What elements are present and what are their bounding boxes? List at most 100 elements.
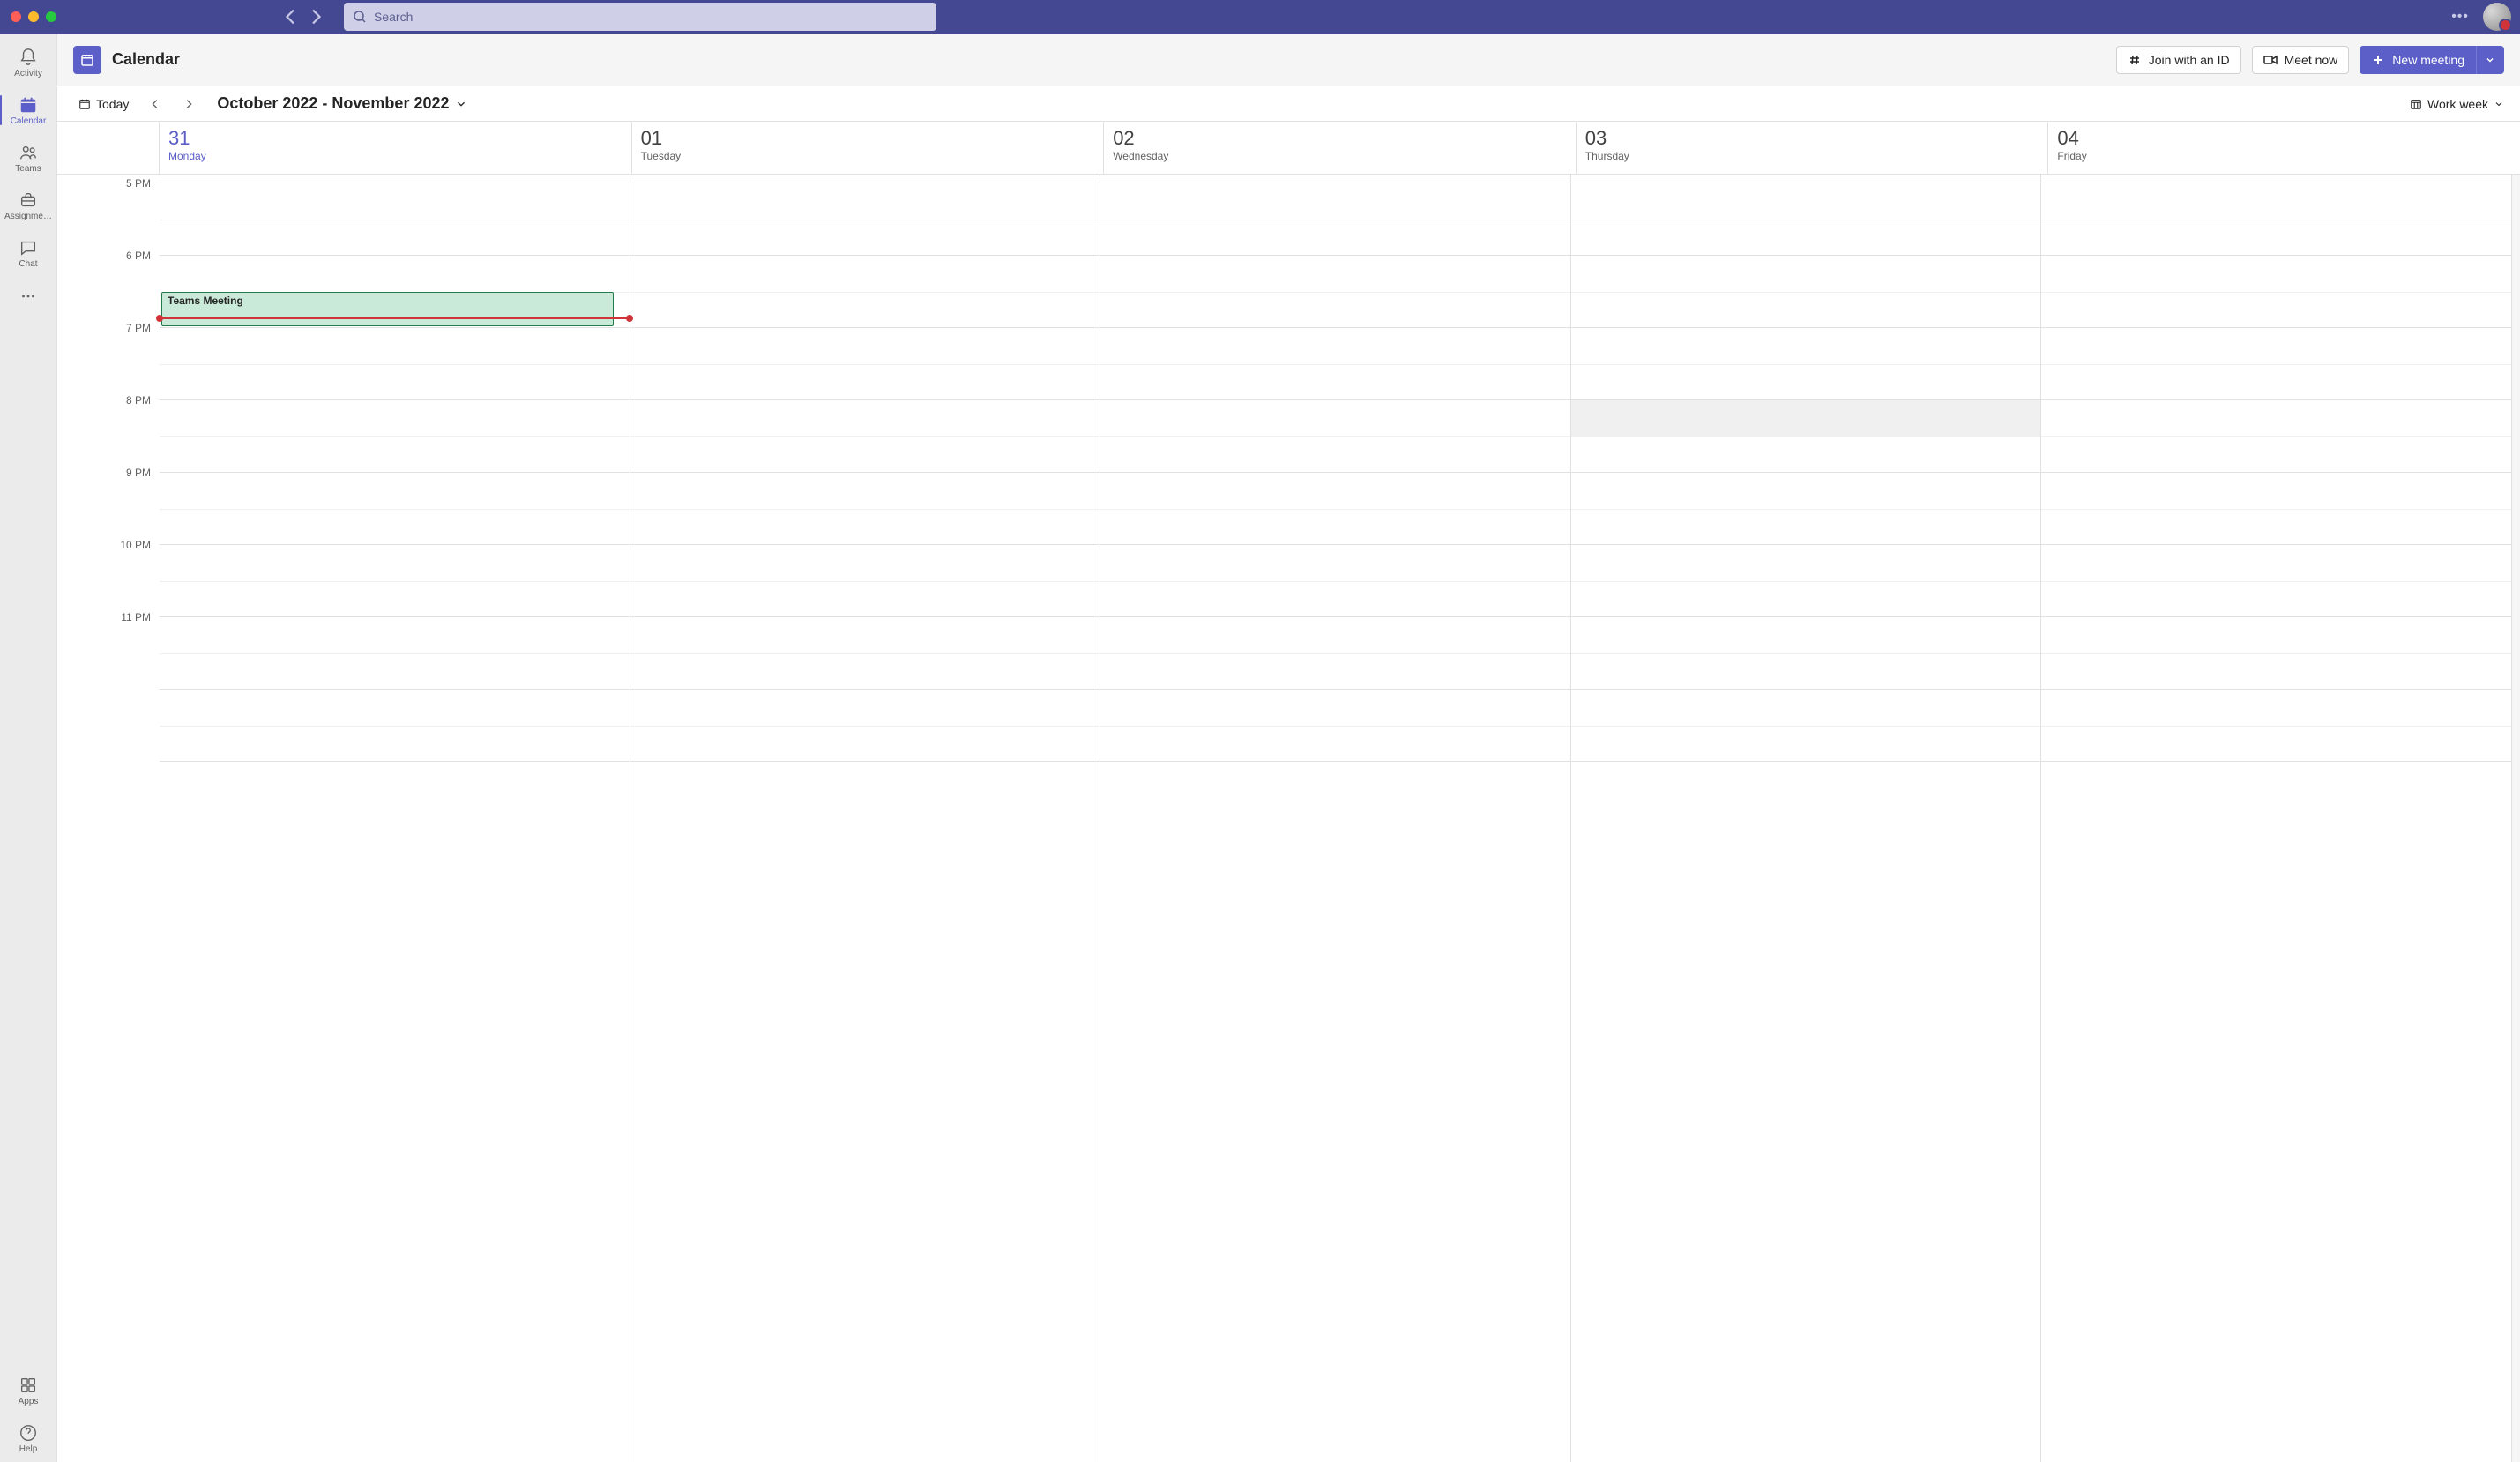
today-button[interactable]: Today	[73, 93, 134, 115]
page-title: Calendar	[112, 50, 180, 69]
rail-item-activity[interactable]: Activity	[0, 39, 56, 86]
date-range-label: October 2022 - November 2022	[217, 94, 449, 113]
today-label: Today	[96, 97, 129, 111]
day-column[interactable]	[1571, 175, 2042, 1462]
rail-label: Help	[19, 1444, 38, 1454]
apps-icon	[19, 1376, 38, 1395]
app-rail: Activity Calendar Teams Assignme… Chat A…	[0, 34, 56, 1462]
new-meeting-group: New meeting	[2360, 46, 2504, 74]
more-options-button[interactable]: •••	[2451, 9, 2469, 25]
view-label: Work week	[2427, 97, 2488, 111]
new-meeting-dropdown[interactable]	[2476, 46, 2504, 74]
search-input[interactable]	[374, 10, 928, 24]
time-label: 5 PM	[57, 177, 160, 250]
day-header[interactable]: 04Friday	[2048, 122, 2520, 174]
meet-now-button[interactable]: Meet now	[2252, 46, 2350, 74]
current-time-indicator	[160, 317, 630, 319]
window-controls	[11, 11, 56, 22]
help-icon	[19, 1423, 38, 1443]
date-range-picker[interactable]: October 2022 - November 2022	[217, 94, 466, 113]
calendar-event[interactable]: Teams Meeting	[161, 292, 614, 326]
calendar-view-icon	[2410, 98, 2422, 110]
history-forward-button[interactable]	[305, 6, 326, 27]
rail-item-calendar[interactable]: Calendar	[0, 86, 56, 134]
day-column[interactable]: Teams Meeting	[160, 175, 630, 1462]
minimize-window-button[interactable]	[28, 11, 39, 22]
calendar-toolbar: Today October 2022 - November 2022 Work …	[57, 86, 2520, 122]
prev-week-button[interactable]	[143, 92, 168, 116]
rail-label: Chat	[19, 259, 37, 269]
chevron-right-icon	[183, 98, 195, 110]
time-label: 6 PM	[57, 250, 160, 322]
time-label: 10 PM	[57, 539, 160, 611]
scrollbar[interactable]	[2511, 175, 2520, 1462]
rail-label: Teams	[15, 164, 41, 174]
view-picker[interactable]: Work week	[2410, 97, 2504, 111]
rail-label: Calendar	[11, 116, 47, 126]
history-back-button[interactable]	[280, 6, 302, 27]
video-icon	[2263, 53, 2278, 67]
day-header[interactable]: 02Wednesday	[1104, 122, 1577, 174]
plus-icon	[2371, 53, 2385, 67]
chevron-down-icon	[2494, 99, 2504, 109]
calendar-scroll-area[interactable]: 5 PM6 PM7 PM8 PM9 PM10 PM11 PM Teams Mee…	[57, 175, 2520, 1462]
time-label: 9 PM	[57, 466, 160, 539]
day-column[interactable]	[630, 175, 1101, 1462]
day-number: 01	[641, 127, 1095, 150]
rail-item-help[interactable]: Help	[0, 1414, 56, 1462]
chevron-left-icon	[149, 98, 161, 110]
day-number: 04	[2057, 127, 2511, 150]
rail-item-apps[interactable]: Apps	[0, 1367, 56, 1414]
day-header[interactable]: 01Tuesday	[632, 122, 1105, 174]
rail-more-button[interactable]	[0, 277, 56, 316]
calendar-body: 31Monday01Tuesday02Wednesday03Thursday04…	[57, 122, 2520, 1462]
app-shell: Activity Calendar Teams Assignme… Chat A…	[0, 34, 2520, 1462]
event-title: Teams Meeting	[168, 295, 243, 307]
day-name: Friday	[2057, 150, 2511, 162]
button-label: Join with an ID	[2149, 53, 2230, 67]
user-avatar[interactable]	[2483, 3, 2511, 31]
maximize-window-button[interactable]	[46, 11, 56, 22]
days-grid: Teams Meeting	[160, 175, 2511, 1462]
day-header[interactable]: 03Thursday	[1577, 122, 2049, 174]
day-number: 03	[1585, 127, 2039, 150]
rail-label: Assignme…	[4, 212, 52, 221]
rail-item-teams[interactable]: Teams	[0, 134, 56, 182]
rail-label: Activity	[14, 69, 42, 78]
history-nav	[280, 6, 326, 27]
new-meeting-button[interactable]: New meeting	[2360, 46, 2476, 74]
rail-item-assignments[interactable]: Assignme…	[0, 182, 56, 229]
day-number: 31	[168, 127, 623, 150]
rail-item-chat[interactable]: Chat	[0, 229, 56, 277]
button-label: New meeting	[2392, 53, 2464, 67]
day-number: 02	[1113, 127, 1567, 150]
people-icon	[19, 143, 38, 162]
next-week-button[interactable]	[176, 92, 201, 116]
chevron-down-icon	[2485, 55, 2495, 65]
close-window-button[interactable]	[11, 11, 21, 22]
join-with-id-button[interactable]: Join with an ID	[2116, 46, 2241, 74]
page-header: Calendar Join with an ID Meet now New me…	[57, 34, 2520, 86]
calendar-app-icon	[73, 46, 101, 74]
time-gutter: 5 PM6 PM7 PM8 PM9 PM10 PM11 PM	[57, 175, 160, 1462]
briefcase-icon	[19, 190, 38, 210]
time-label: 8 PM	[57, 394, 160, 466]
bell-icon	[19, 48, 38, 67]
day-name: Monday	[168, 150, 623, 162]
day-headers: 31Monday01Tuesday02Wednesday03Thursday04…	[57, 122, 2520, 175]
day-column[interactable]	[1100, 175, 1571, 1462]
rail-label: Apps	[19, 1397, 39, 1406]
search-bar[interactable]	[344, 3, 936, 31]
day-name: Wednesday	[1113, 150, 1567, 162]
main-content: Calendar Join with an ID Meet now New me…	[56, 34, 2520, 1462]
calendar-today-icon	[78, 98, 91, 110]
titlebar-right: •••	[2451, 3, 2511, 31]
day-column[interactable]	[2041, 175, 2511, 1462]
calendar-icon	[19, 95, 38, 115]
hash-icon	[2128, 53, 2142, 67]
busy-block	[1571, 400, 2041, 436]
day-header[interactable]: 31Monday	[160, 122, 632, 174]
time-label: 11 PM	[57, 611, 160, 683]
more-icon	[19, 287, 38, 306]
chevron-down-icon	[455, 98, 467, 110]
